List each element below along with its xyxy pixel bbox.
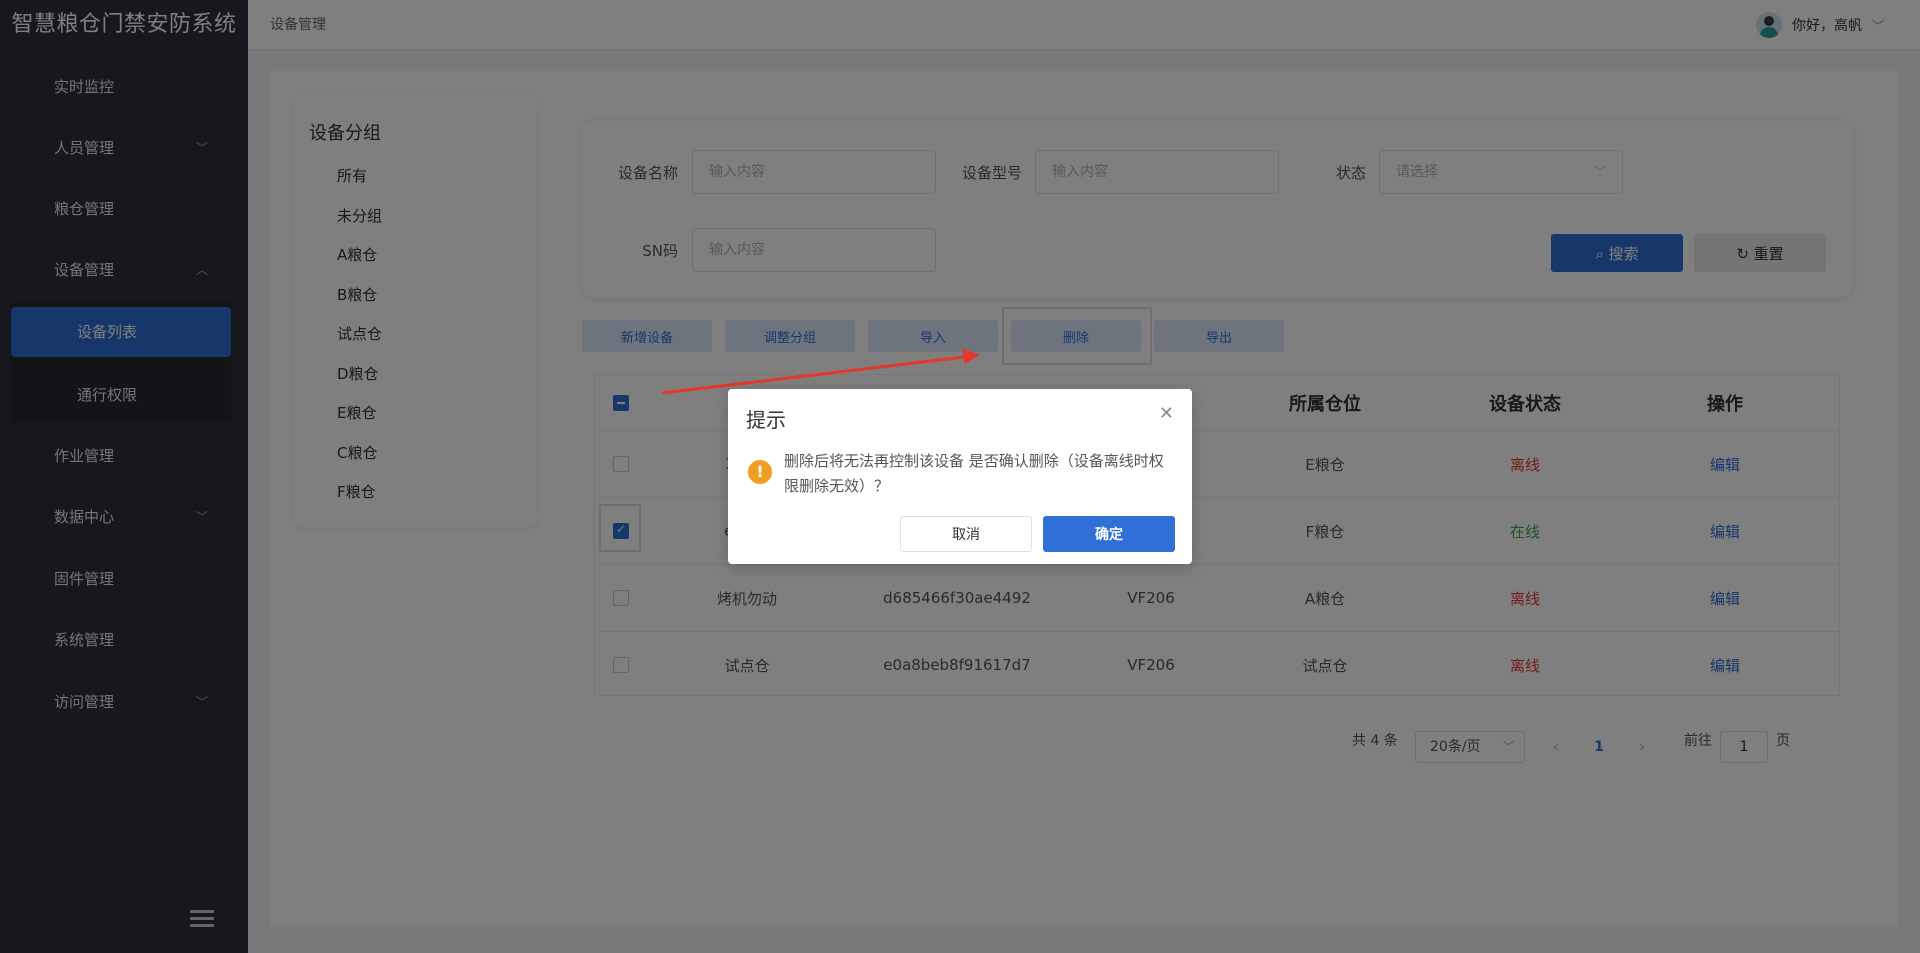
close-icon[interactable]: ✕ (1159, 403, 1174, 424)
dialog-message: 删除后将无法再控制该设备 是否确认删除（设备离线时权限删除无效）？ (784, 452, 1164, 495)
dialog-title: 提示 (746, 408, 786, 432)
confirm-dialog: 提示 ✕ ! 删除后将无法再控制该设备 是否确认删除（设备离线时权限删除无效）？… (728, 389, 1192, 564)
cancel-button[interactable]: 取消 (900, 516, 1032, 552)
delete-button-highlight (1002, 307, 1152, 365)
checkbox-highlight (599, 504, 641, 552)
confirm-button[interactable]: 确定 (1043, 516, 1175, 552)
warning-icon: ! (748, 460, 772, 484)
